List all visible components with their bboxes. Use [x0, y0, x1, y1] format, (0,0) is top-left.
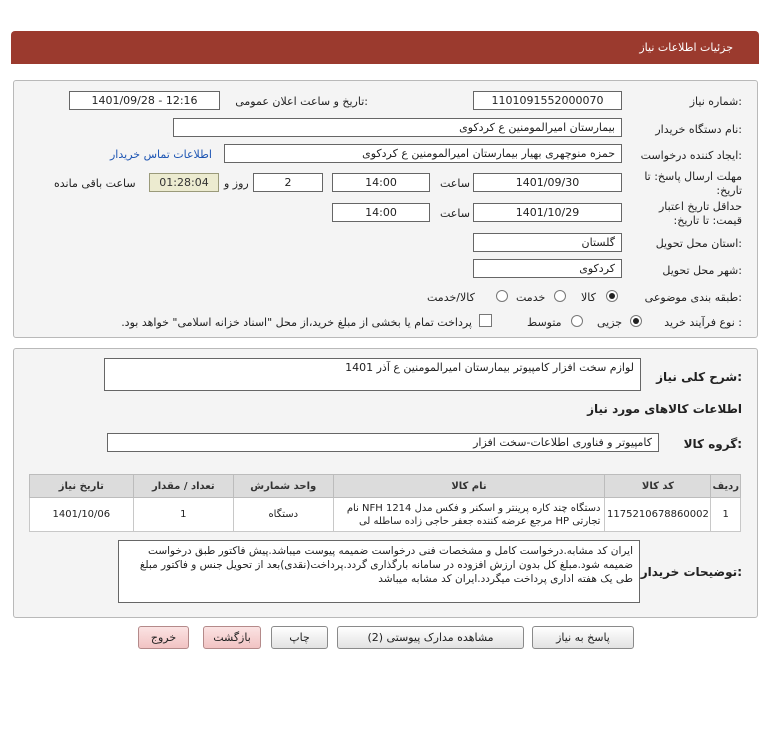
goods-section-title: اطلاعات کالاهای مورد نیاز [587, 402, 742, 416]
need-number-field: 1101091552000070 [473, 91, 622, 110]
category-radio-goods-service[interactable] [496, 290, 508, 302]
remaining-time-field: 01:28:04 [149, 173, 219, 192]
goods-table-header: ردیف کد کالا نام کالا واحد شمارش تعداد /… [29, 474, 741, 498]
reply-time-label: ساعت [440, 177, 470, 190]
cell-row: 1 [710, 497, 741, 532]
category-label: طبقه بندی موضوعی: [644, 291, 742, 304]
category-radio-goods[interactable] [606, 290, 618, 302]
cell-qty: 1 [132, 497, 235, 532]
process-option-medium: متوسط [527, 316, 562, 329]
process-option-minor: جزیی [597, 316, 623, 329]
page-title: جزئیات اطلاعات نیاز [639, 41, 733, 54]
treasury-note: پرداخت تمام یا بخشی از مبلغ خرید،از محل … [121, 316, 472, 329]
announce-label: تاریخ و ساعت اعلان عمومی: [235, 95, 368, 108]
reply-button[interactable]: پاسخ به نیاز [532, 626, 634, 649]
cell-unit: دستگاه [233, 497, 334, 532]
cell-date: 1401/10/06 [29, 497, 134, 532]
process-type-label: نوع فرآیند خرید : [664, 316, 742, 329]
attachments-button[interactable]: مشاهده مدارک پیوستی (2) [337, 626, 524, 649]
province-field: گلستان [473, 233, 622, 252]
table-row: 1 1175210678860002 دستگاه چند کاره پرینت… [29, 497, 741, 532]
need-number-label: شماره نیاز: [689, 95, 742, 108]
province-label: استان محل تحویل: [655, 237, 742, 250]
reply-time-field: 14:00 [332, 173, 430, 192]
buyer-org-label: نام دستگاه خریدار: [655, 123, 742, 136]
remaining-time-label: ساعت باقی مانده [54, 177, 136, 190]
buyer-contact-link[interactable]: اطلاعات تماس خریدار [110, 148, 212, 161]
col-code: کد کالا [604, 474, 712, 498]
buyer-org-field: بیمارستان امیرالمومنین ع کردکوی [173, 118, 622, 137]
col-date: تاریخ نیاز [29, 474, 134, 498]
reply-deadline-label: مهلت ارسال پاسخ: تا تاریخ: [644, 170, 742, 197]
buyer-notes-field: ایران کد مشابه.درخواست کامل و مشخصات فنی… [118, 540, 640, 603]
reply-date-field: 1401/09/30 [473, 173, 622, 192]
days-label: روز و [224, 177, 249, 190]
cell-code: 1175210678860002 [604, 497, 712, 532]
col-name: نام کالا [332, 474, 606, 498]
requester-field: حمزه منوچهری بهیار بیمارستان امیرالمومنی… [224, 144, 622, 163]
buyer-notes-label: توضیحات خریدار: [640, 565, 742, 579]
city-field: کردکوی [473, 259, 622, 278]
process-radio-minor[interactable] [630, 315, 642, 327]
announce-datetime-field: 1401/09/28 - 12:16 [69, 91, 220, 110]
city-label: شهر محل تحویل: [662, 264, 742, 277]
goods-table: ردیف کد کالا نام کالا واحد شمارش تعداد /… [29, 474, 741, 532]
cell-name: دستگاه چند کاره پرینتر و اسکنر و فکس مدل… [332, 497, 606, 532]
category-option-goods-service: کالا/خدمت [427, 291, 475, 304]
goods-group-field: کامپیوتر و فناوری اطلاعات-سخت افزار [107, 433, 659, 452]
treasury-checkbox[interactable] [479, 314, 492, 327]
goods-group-label: گروه کالا: [683, 437, 742, 451]
back-button[interactable]: بازگشت [203, 626, 261, 649]
validity-time-field: 14:00 [332, 203, 430, 222]
validity-time-label: ساعت [440, 207, 470, 220]
category-option-service: خدمت [516, 291, 546, 304]
page-header: جزئیات اطلاعات نیاز [11, 31, 759, 64]
validity-label: حداقل تاریخ اعتبار قیمت: تا تاریخ: [658, 200, 742, 227]
summary-field: لوازم سخت افزار کامپیوتر بیمارستان امیرا… [104, 358, 641, 391]
requester-label: ایجاد کننده درخواست: [640, 149, 742, 162]
days-remaining-field: 2 [253, 173, 323, 192]
category-option-goods: کالا [581, 291, 596, 304]
validity-date-field: 1401/10/29 [473, 203, 622, 222]
col-row: ردیف [710, 474, 741, 498]
category-radio-service[interactable] [554, 290, 566, 302]
print-button[interactable]: چاپ [271, 626, 328, 649]
summary-label: شرح کلی نیاز: [656, 370, 742, 384]
exit-button[interactable]: خروج [138, 626, 189, 649]
col-unit: واحد شمارش [233, 474, 334, 498]
col-qty: تعداد / مقدار [132, 474, 235, 498]
process-radio-medium[interactable] [571, 315, 583, 327]
